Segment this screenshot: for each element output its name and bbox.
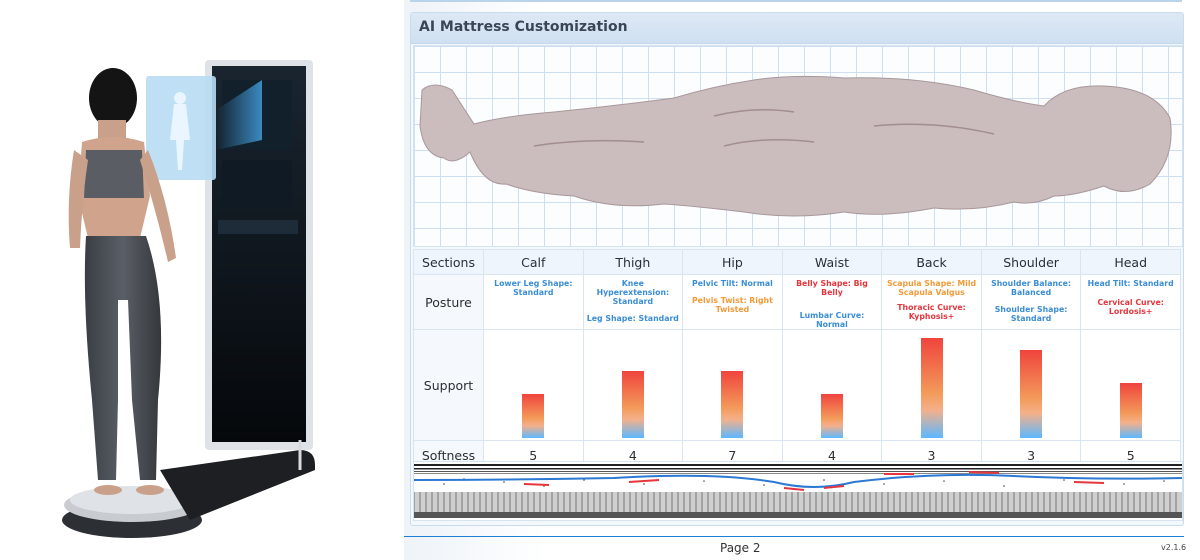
posture-row: Posture Lower Leg Shape: Standard Knee H… (413, 274, 1181, 330)
version-label: v2.1.6 (1161, 543, 1187, 552)
section-calf: Calf (483, 249, 584, 275)
support-cell-shoulder (980, 329, 1082, 441)
posture-note: Head Tilt: Standard (1087, 279, 1174, 288)
sections-header-row: Sections Calf Thigh Hip Waist Back Shoul… (413, 249, 1181, 275)
support-bar (522, 394, 545, 438)
support-bar (820, 394, 843, 438)
support-cell-hip (682, 329, 783, 441)
body-scanner-product-photo (0, 0, 402, 560)
support-bar (721, 371, 744, 438)
top-divider (410, 0, 1182, 2)
section-thigh: Thigh (582, 249, 684, 275)
page-footer-rule (404, 536, 1184, 537)
posture-note: Lumbar Curve: Normal (799, 311, 865, 329)
posture-cell-hip: Pelvic Tilt: Normal Pelvis Twist: Right … (682, 274, 783, 330)
support-bar (621, 371, 644, 438)
sections-label: Sections (413, 249, 484, 275)
posture-cell-shoulder: Shoulder Balance: Balanced Shoulder Shap… (980, 274, 1082, 330)
page-number: Page 2 (720, 541, 761, 555)
support-cell-head (1080, 329, 1181, 441)
section-back: Back (881, 249, 982, 275)
support-bar (920, 338, 943, 438)
posture-cell-calf: Lower Leg Shape: Standard (483, 274, 584, 330)
posture-note: Belly Shape: Big Belly (796, 279, 868, 297)
body-scan-3d-model (419, 75, 1172, 217)
posture-note: Cervical Curve: Lordosis+ (1097, 298, 1164, 316)
mattress-layers-diagram (413, 464, 1183, 518)
panel-title: AI Mattress Customization (419, 19, 628, 35)
body-scanner-illustration (62, 60, 315, 538)
posture-note: Thoracic Curve: Kyphosis+ (897, 303, 966, 321)
section-head: Head (1080, 249, 1181, 275)
section-waist: Waist (781, 249, 883, 275)
posture-note: Leg Shape: Standard (586, 314, 679, 323)
posture-note: Shoulder Balance: Balanced (991, 279, 1072, 297)
support-row: Support (413, 329, 1181, 441)
support-cell-thigh (582, 329, 684, 441)
mattress-cross-section (413, 461, 1183, 521)
body-scan-grid (413, 45, 1183, 247)
posture-note: Pelvic Tilt: Normal (692, 279, 773, 288)
support-cell-calf (483, 329, 584, 441)
posture-label: Posture (413, 274, 484, 330)
mattress-sections-table: Sections Calf Thigh Hip Waist Back Shoul… (413, 249, 1181, 470)
posture-note: Pelvis Twist: Right Twisted (691, 296, 773, 314)
posture-cell-waist: Belly Shape: Big Belly Lumbar Curve: Nor… (781, 274, 883, 330)
posture-note: Knee Hyperextension: Standard (596, 279, 670, 306)
posture-note: Scapula Shape: Mild Scapula Valgus (886, 279, 977, 297)
mattress-customization-panel: AI Mattress Customization Sections Calf … (410, 12, 1184, 526)
posture-note: Lower Leg Shape: Standard (494, 279, 573, 297)
support-cell-waist (781, 329, 883, 441)
posture-note: Shoulder Shape: Standard (994, 305, 1068, 323)
support-cell-back (881, 329, 982, 441)
posture-cell-back: Scapula Shape: Mild Scapula Valgus Thora… (881, 274, 982, 330)
posture-cell-thigh: Knee Hyperextension: Standard Leg Shape:… (582, 274, 684, 330)
support-bar (1119, 383, 1142, 438)
support-label: Support (413, 329, 484, 441)
panel-header: AI Mattress Customization (411, 13, 1183, 44)
posture-cell-head: Head Tilt: Standard Cervical Curve: Lord… (1080, 274, 1181, 330)
section-shoulder: Shoulder (980, 249, 1082, 275)
support-bar (1020, 350, 1043, 438)
section-hip: Hip (682, 249, 783, 275)
